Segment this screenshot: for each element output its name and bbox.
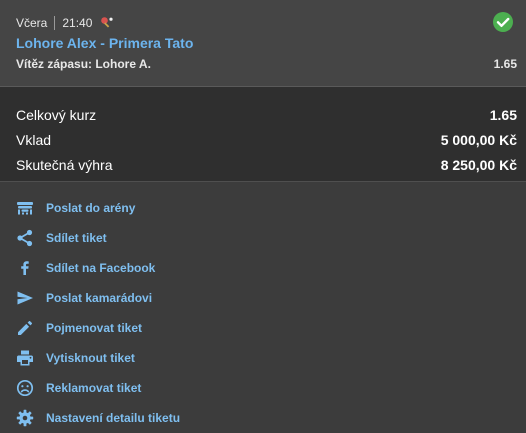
stake-label: Vklad bbox=[16, 131, 52, 148]
complain-ticket-action[interactable]: Reklamovat tiket bbox=[0, 373, 526, 403]
facebook-icon bbox=[16, 259, 34, 277]
rename-ticket-action[interactable]: Pojmenovat tiket bbox=[0, 313, 526, 343]
gear-icon bbox=[16, 409, 34, 427]
market-selection: Vítěz zápasu: Lohore A. bbox=[16, 57, 151, 71]
ticket-summary: Celkový kurz 1.65 Vklad 5 000,00 Kč Skut… bbox=[0, 87, 526, 182]
action-label: Sdílet na Facebook bbox=[46, 261, 156, 275]
pencil-icon bbox=[16, 319, 34, 337]
win-label: Skutečná výhra bbox=[16, 156, 113, 173]
sad-face-icon bbox=[16, 379, 34, 397]
arena-icon bbox=[16, 199, 34, 217]
send-to-arena-action[interactable]: Poslat do arény bbox=[0, 193, 526, 223]
check-circle-icon bbox=[492, 11, 514, 38]
stake-row: Vklad 5 000,00 Kč bbox=[0, 127, 526, 152]
print-ticket-action[interactable]: Vytisknout tiket bbox=[0, 343, 526, 373]
bet-meta: Včera 21:40 bbox=[16, 15, 114, 31]
action-label: Vytisknout tiket bbox=[46, 351, 135, 365]
action-label: Sdílet tiket bbox=[46, 231, 107, 245]
market-row: Vítěz zápasu: Lohore A. 1.65 bbox=[16, 57, 517, 71]
share-icon bbox=[16, 229, 34, 247]
stake-value: 5 000,00 Kč bbox=[440, 131, 517, 148]
selection-odds: 1.65 bbox=[493, 57, 517, 71]
meta-divider bbox=[54, 16, 56, 30]
total-odds-row: Celkový kurz 1.65 bbox=[0, 102, 526, 127]
action-label: Nastavení detailu tiketu bbox=[46, 411, 181, 425]
share-ticket-action[interactable]: Sdílet tiket bbox=[0, 223, 526, 253]
action-label: Pojmenovat tiket bbox=[46, 321, 143, 335]
ticket-actions: Poslat do arény Sdílet tiket Sdílet na F… bbox=[0, 182, 526, 433]
action-label: Reklamovat tiket bbox=[46, 381, 142, 395]
action-label: Poslat do arény bbox=[46, 201, 136, 215]
win-value: 8 250,00 Kč bbox=[440, 156, 517, 173]
action-label: Poslat kamarádovi bbox=[46, 291, 153, 305]
win-row: Skutečná výhra 8 250,00 Kč bbox=[0, 152, 526, 177]
bet-day: Včera bbox=[16, 16, 48, 30]
bet-time: 21:40 bbox=[62, 16, 93, 30]
table-tennis-icon bbox=[100, 16, 114, 30]
match-name[interactable]: Lohore Alex - Primera Tato bbox=[16, 35, 193, 51]
print-icon bbox=[16, 349, 34, 367]
share-facebook-action[interactable]: Sdílet na Facebook bbox=[0, 253, 526, 283]
send-to-friend-action[interactable]: Poslat kamarádovi bbox=[0, 283, 526, 313]
total-odds-value: 1.65 bbox=[489, 106, 517, 123]
bet-card: Včera 21:40 Lohore Alex - Primera Tato V… bbox=[0, 0, 526, 87]
total-odds-label: Celkový kurz bbox=[16, 106, 97, 123]
send-icon bbox=[16, 289, 34, 307]
